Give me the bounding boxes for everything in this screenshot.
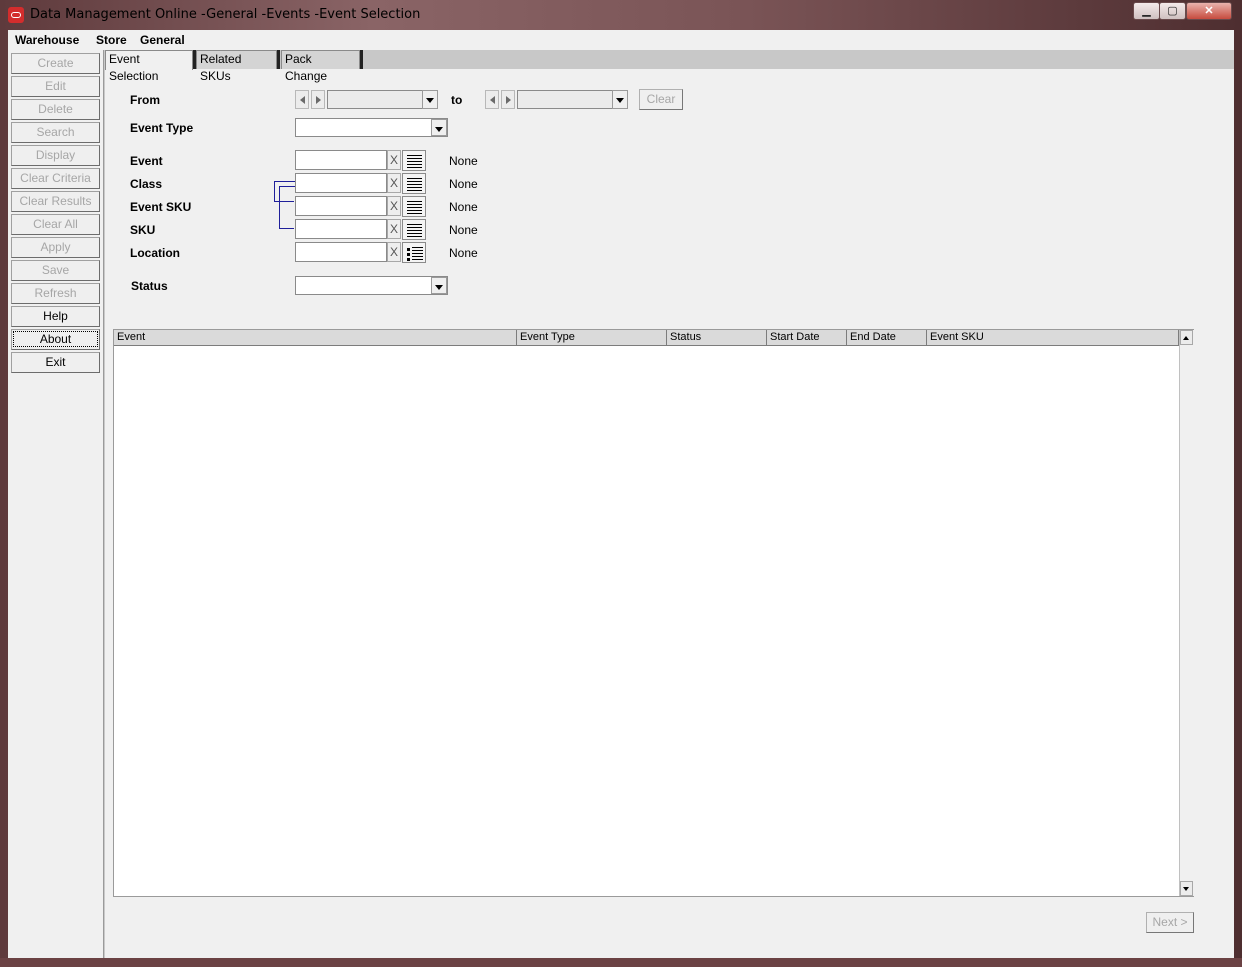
close-button[interactable]: ✕ bbox=[1186, 2, 1232, 20]
from-dropdown-icon[interactable] bbox=[422, 90, 438, 109]
tab-separator bbox=[360, 50, 363, 69]
dependency-connector-line bbox=[279, 228, 294, 229]
class-clear-x-button[interactable]: X bbox=[387, 173, 401, 193]
to-label: to bbox=[451, 93, 463, 107]
event-label: Event bbox=[130, 154, 163, 168]
event-sku-label: Event SKU bbox=[130, 200, 192, 214]
oracle-app-icon bbox=[8, 7, 24, 23]
column-header-end-date[interactable]: End Date bbox=[847, 330, 927, 346]
save-button[interactable]: Save bbox=[11, 260, 100, 281]
column-header-event[interactable]: Event bbox=[114, 330, 517, 346]
apply-button[interactable]: Apply bbox=[11, 237, 100, 258]
location-numbered-list-icon[interactable] bbox=[402, 242, 426, 263]
event-type-select[interactable] bbox=[295, 118, 448, 137]
dependency-connector-line bbox=[274, 181, 275, 202]
class-description: None bbox=[449, 177, 478, 191]
event-type-dropdown-icon[interactable] bbox=[431, 119, 447, 136]
class-label: Class bbox=[130, 177, 163, 191]
class-input[interactable] bbox=[295, 173, 387, 193]
dependency-connector-line bbox=[274, 181, 295, 182]
event-list-icon[interactable] bbox=[402, 150, 426, 171]
column-header-status[interactable]: Status bbox=[667, 330, 767, 346]
to-prev-arrow-icon[interactable] bbox=[485, 90, 499, 109]
sku-description: None bbox=[449, 223, 478, 237]
class-list-icon[interactable] bbox=[402, 173, 426, 194]
location-label: Location bbox=[130, 246, 180, 260]
menu-warehouse[interactable]: Warehouse bbox=[15, 33, 79, 47]
to-date-combo[interactable] bbox=[517, 90, 613, 109]
dependency-connector-line bbox=[279, 186, 295, 187]
window-bottom-border bbox=[0, 958, 1242, 967]
clear-results-button[interactable]: Clear Results bbox=[11, 191, 100, 212]
event-type-label: Event Type bbox=[130, 121, 194, 135]
column-header-event-type[interactable]: Event Type bbox=[517, 330, 667, 346]
window-title: Data Management Online -General -Events … bbox=[30, 7, 421, 22]
from-next-arrow-icon[interactable] bbox=[311, 90, 325, 109]
event-sku-description: None bbox=[449, 200, 478, 214]
menu-store[interactable]: Store bbox=[96, 33, 127, 47]
sku-clear-x-button[interactable]: X bbox=[387, 219, 401, 239]
location-description: None bbox=[449, 246, 478, 260]
tab-separator bbox=[277, 50, 280, 69]
to-next-arrow-icon[interactable] bbox=[501, 90, 515, 109]
event-sku-list-icon[interactable] bbox=[402, 196, 426, 217]
dependency-connector-line bbox=[279, 186, 280, 229]
clear-all-button[interactable]: Clear All bbox=[11, 214, 100, 235]
location-input[interactable] bbox=[295, 242, 387, 262]
event-input[interactable] bbox=[295, 150, 387, 170]
menu-general[interactable]: General bbox=[140, 33, 185, 47]
dependency-connector-line bbox=[274, 201, 294, 202]
menu-bar: Warehouse Store General bbox=[8, 30, 1234, 50]
event-sku-clear-x-button[interactable]: X bbox=[387, 196, 401, 216]
event-clear-x-button[interactable]: X bbox=[387, 150, 401, 170]
status-label: Status bbox=[131, 279, 168, 293]
sku-input[interactable] bbox=[295, 219, 387, 239]
clear-date-button[interactable]: Clear bbox=[639, 89, 683, 110]
search-button[interactable]: Search bbox=[11, 122, 100, 143]
scroll-up-arrow-icon[interactable] bbox=[1180, 330, 1193, 345]
exit-button[interactable]: Exit bbox=[11, 352, 100, 373]
clear-criteria-button[interactable]: Clear Criteria bbox=[11, 168, 100, 189]
minimize-button[interactable]: ▁ bbox=[1133, 2, 1160, 20]
sku-label: SKU bbox=[130, 223, 156, 237]
status-select[interactable] bbox=[295, 276, 448, 295]
scroll-down-arrow-icon[interactable] bbox=[1180, 881, 1193, 896]
edit-button[interactable]: Edit bbox=[11, 76, 100, 97]
from-date-combo[interactable] bbox=[327, 90, 423, 109]
refresh-button[interactable]: Refresh bbox=[11, 283, 100, 304]
status-dropdown-icon[interactable] bbox=[431, 277, 447, 294]
column-header-start-date[interactable]: Start Date bbox=[767, 330, 847, 346]
tab-pack-change[interactable]: Pack Change bbox=[281, 50, 360, 83]
create-button[interactable]: Create bbox=[11, 53, 100, 74]
next-button[interactable]: Next > bbox=[1146, 912, 1194, 933]
display-button[interactable]: Display bbox=[11, 145, 100, 166]
column-header-event-sku[interactable]: Event SKU bbox=[927, 330, 1179, 346]
results-table[interactable] bbox=[113, 329, 1194, 897]
location-clear-x-button[interactable]: X bbox=[387, 242, 401, 262]
from-prev-arrow-icon[interactable] bbox=[295, 90, 309, 109]
tab-related-skus[interactable]: Related SKUs bbox=[196, 50, 277, 83]
maximize-button[interactable]: ▢ bbox=[1159, 2, 1186, 20]
tab-event-selection[interactable]: Event Selection bbox=[105, 50, 193, 83]
event-description: None bbox=[449, 154, 478, 168]
title-bar[interactable]: Data Management Online -General -Events … bbox=[0, 0, 1242, 30]
about-button-label: About bbox=[12, 331, 99, 347]
about-button[interactable]: About bbox=[11, 329, 100, 350]
delete-button[interactable]: Delete bbox=[11, 99, 100, 120]
from-label: From bbox=[130, 93, 160, 107]
event-sku-input[interactable] bbox=[295, 196, 387, 216]
to-dropdown-icon[interactable] bbox=[612, 90, 628, 109]
sku-list-icon[interactable] bbox=[402, 219, 426, 240]
help-button[interactable]: Help bbox=[11, 306, 100, 327]
table-vertical-scrollbar[interactable] bbox=[1179, 330, 1194, 896]
